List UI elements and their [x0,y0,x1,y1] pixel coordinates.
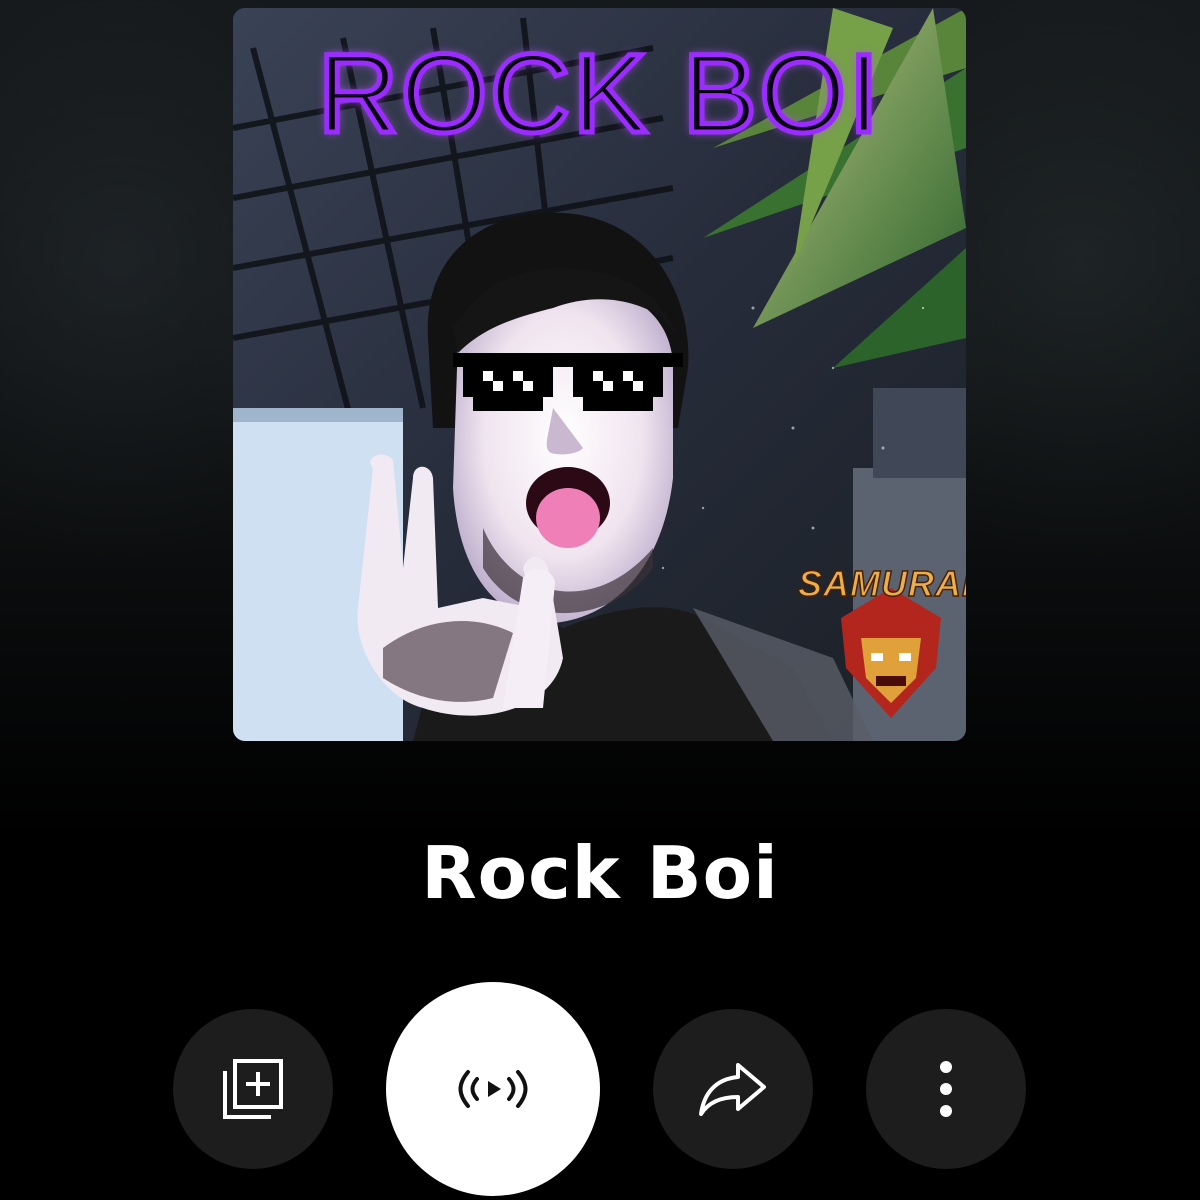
share-arrow-icon [699,1063,766,1116]
more-options-button[interactable] [866,1009,1026,1169]
library-add-icon [223,1059,283,1119]
artwork-title-text: ROCK BOI [315,31,882,156]
share-button[interactable] [653,1009,813,1169]
album-artwork: ROCK BOI SAMURAI [233,8,966,741]
more-vertical-icon [940,1061,952,1117]
save-to-library-button[interactable] [173,1009,333,1169]
track-title: Rock Boi [421,831,779,915]
radio-play-icon [458,1070,528,1108]
artwork-badge-text: SAMURAI [797,562,966,605]
start-radio-button[interactable] [386,982,600,1196]
